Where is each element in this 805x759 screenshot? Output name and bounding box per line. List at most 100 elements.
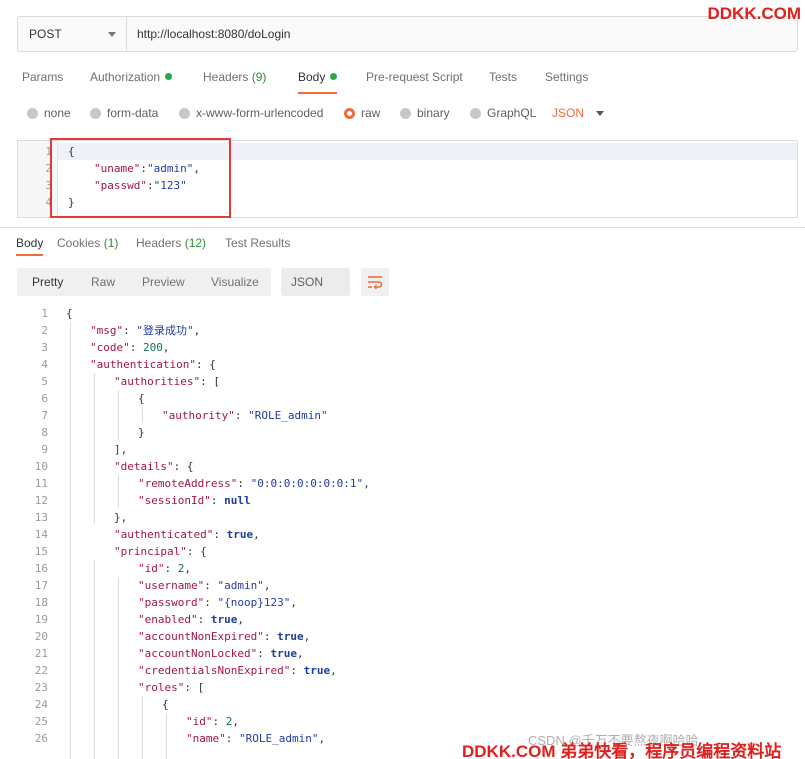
indent-guide <box>94 373 95 524</box>
line-number: 23 <box>34 681 48 694</box>
code-line: "id": 2, <box>138 562 191 575</box>
code-line: }, <box>114 511 128 524</box>
tab-response-headers[interactable]: Headers (12) <box>136 232 206 254</box>
line-number: 18 <box>34 596 48 609</box>
code-line: "accountNonLocked": true, <box>138 647 304 660</box>
wrap-lines-button[interactable] <box>361 268 389 296</box>
line-number: 13 <box>34 511 48 524</box>
line-number: 2 <box>45 162 52 175</box>
tab-test-results[interactable]: Test Results <box>225 232 290 254</box>
radio-graphql[interactable]: GraphQL <box>470 102 536 124</box>
tab-cookies[interactable]: Cookies (1) <box>57 232 118 254</box>
view-raw[interactable]: Raw <box>91 268 115 296</box>
divider <box>0 227 805 228</box>
line-number: 3 <box>45 179 52 192</box>
view-visualize[interactable]: Visualize <box>211 268 259 296</box>
line-number: 2 <box>41 324 48 337</box>
radio-form-data[interactable]: form-data <box>90 102 158 124</box>
line-number: 24 <box>34 698 48 711</box>
line-number: 14 <box>34 528 48 541</box>
status-dot <box>330 73 338 80</box>
indent-guide <box>142 696 143 759</box>
indent-guide <box>142 407 143 423</box>
body-type-radios: none form-data x-www-form-urlencoded raw… <box>0 102 805 124</box>
code-line: { <box>138 392 145 405</box>
response-view-switch: Pretty Raw Preview Visualize <box>17 268 271 296</box>
code-line: ], <box>114 443 128 456</box>
request-tabs: Params Authorization Headers (9) Body Pr… <box>0 62 805 94</box>
method-label: POST <box>29 27 62 41</box>
radio-checked-icon <box>344 107 355 119</box>
code-line: "id": 2, <box>186 715 239 728</box>
response-format-label: JSON <box>291 275 324 289</box>
code-line: { <box>162 698 169 711</box>
highlight-box <box>50 138 231 218</box>
indent-guide <box>166 713 167 759</box>
line-number: 16 <box>34 562 48 575</box>
radio-circle-icon <box>27 107 38 119</box>
indent-guide <box>70 322 71 759</box>
code-line: "name": "ROLE_admin", <box>186 732 326 745</box>
line-number: 17 <box>34 579 48 592</box>
line-number: 6 <box>41 392 48 405</box>
tab-pre-request-script[interactable]: Pre-request Script <box>366 62 463 92</box>
line-number: 3 <box>41 341 48 354</box>
response-body-viewer[interactable]: 1 {2 "msg": "登录成功", 3 "code": 200, 4 "authenti… <box>0 305 805 759</box>
view-pretty[interactable]: Pretty <box>32 268 63 296</box>
code-line: "enabled": true, <box>138 613 244 626</box>
code-line: "username": "admin", <box>138 579 271 592</box>
line-number: 25 <box>34 715 48 728</box>
url-bar: POST http://localhost:8080/doLogin <box>17 16 798 52</box>
tab-params[interactable]: Params <box>22 62 63 92</box>
status-dot <box>165 73 173 80</box>
tab-response-body[interactable]: Body <box>16 232 44 256</box>
line-number: 10 <box>34 460 48 473</box>
code-line: "principal": { <box>114 545 207 558</box>
line-number: 20 <box>34 630 48 643</box>
line-number: 12 <box>34 494 48 507</box>
line-number: 4 <box>41 358 48 371</box>
line-number: 7 <box>41 409 48 422</box>
radio-binary[interactable]: binary <box>400 102 450 124</box>
code-line: "details": { <box>114 460 194 473</box>
line-number: 8 <box>41 426 48 439</box>
line-number: 15 <box>34 545 48 558</box>
tab-body[interactable]: Body <box>298 62 338 94</box>
radio-x-www-form-urlencoded[interactable]: x-www-form-urlencoded <box>179 102 323 124</box>
tab-tests[interactable]: Tests <box>489 62 517 92</box>
method-select[interactable]: POST <box>18 17 127 51</box>
code-line: { <box>66 307 73 320</box>
code-line: "password": "{noop}123", <box>138 596 297 609</box>
chevron-down-icon <box>108 31 116 37</box>
code-line: "authority": "ROLE_admin" <box>162 409 328 422</box>
tab-authorization[interactable]: Authorization <box>90 62 173 92</box>
indent-guide <box>118 577 119 759</box>
code-line: "authenticated": true, <box>114 528 260 541</box>
code-line: } <box>138 426 145 439</box>
response-format-select[interactable]: JSON <box>281 268 350 296</box>
radio-circle-icon <box>90 107 101 119</box>
tab-headers[interactable]: Headers (9) <box>203 62 266 92</box>
tab-settings[interactable]: Settings <box>545 62 588 92</box>
radio-raw[interactable]: raw <box>344 102 380 124</box>
watermark-top: DDKK.COM <box>707 4 802 23</box>
response-tabs: Body Cookies (1) Headers (12) Test Resul… <box>0 232 805 260</box>
radio-circle-icon <box>179 107 190 119</box>
radio-circle-icon <box>400 107 411 119</box>
body-format-select[interactable]: JSON <box>552 102 605 124</box>
indent-guide <box>118 390 119 440</box>
line-number: 26 <box>34 732 48 745</box>
wrap-lines-icon <box>368 276 383 289</box>
code-line: "code": 200, <box>90 341 170 354</box>
radio-none[interactable]: none <box>27 102 71 124</box>
view-preview[interactable]: Preview <box>142 268 185 296</box>
code-line: "credentialsNonExpired": true, <box>138 664 337 677</box>
code-line: "authorities": [ <box>114 375 220 388</box>
indent-guide <box>118 475 119 508</box>
line-number: 5 <box>41 375 48 388</box>
line-number: 21 <box>34 647 48 660</box>
line-number: 9 <box>41 443 48 456</box>
line-number: 1 <box>41 307 48 320</box>
url-input[interactable]: http://localhost:8080/doLogin <box>127 27 290 41</box>
watermark-bottom: DDKK.COM 弟弟快看，程序员编程资料站 <box>462 742 782 759</box>
